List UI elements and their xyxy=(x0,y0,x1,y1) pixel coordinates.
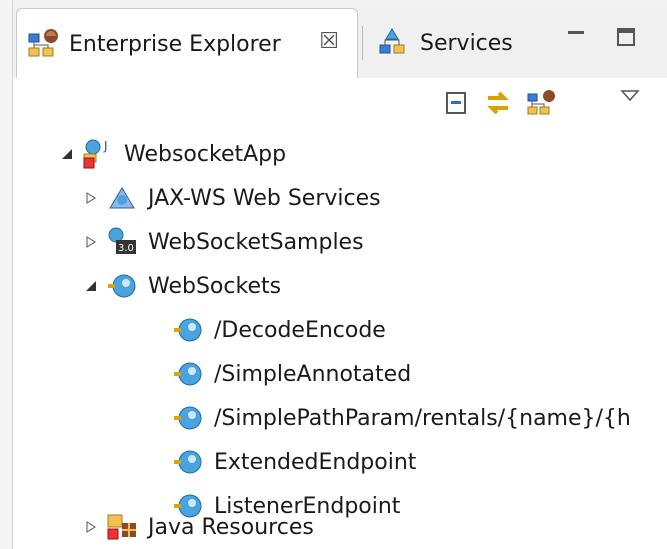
enterprise-explorer-icon[interactable] xyxy=(526,88,558,118)
link-with-editor-icon[interactable] xyxy=(484,89,512,117)
tree-row-endpoint[interactable]: /DecodeEncode xyxy=(172,308,386,352)
collapse-all-icon[interactable] xyxy=(444,90,470,116)
websocket-endpoint-icon xyxy=(172,358,204,390)
view-left-border xyxy=(0,0,13,549)
tree-label: Java Resources xyxy=(148,514,314,540)
tree-row-java-resources[interactable]: Java Resources xyxy=(80,505,314,549)
close-tab-icon[interactable]: ☒ xyxy=(319,29,339,54)
enterprise-explorer-view: Enterprise Explorer ☒ Services J Websock… xyxy=(0,0,667,549)
websocket-endpoint-icon xyxy=(172,314,204,346)
deployment-descriptor-icon: 3.0 xyxy=(106,226,138,258)
websocket-endpoint-icon xyxy=(172,446,204,478)
view-menu-icon[interactable] xyxy=(620,88,640,104)
tree-label: /SimplePathParam/rentals/{name}/{h xyxy=(214,405,631,431)
tree-label: WebSocketSamples xyxy=(148,229,364,255)
tree-label: /DecodeEncode xyxy=(214,317,386,343)
tab-label-services: Services xyxy=(420,30,513,56)
svg-text:J: J xyxy=(103,139,108,153)
enterprise-explorer-icon xyxy=(25,26,61,62)
tree-row-websocketapp[interactable]: J WebsocketApp xyxy=(56,132,286,176)
tree-row-websocketsamples[interactable]: 3.0 WebSocketSamples xyxy=(80,220,364,264)
web-project-icon: J xyxy=(82,138,114,170)
tab-enterprise-explorer[interactable]: Enterprise Explorer ☒ xyxy=(16,8,358,79)
tab-services[interactable]: Services xyxy=(368,8,528,78)
collapsed-arrow-icon[interactable] xyxy=(80,231,102,253)
tree-label: /SimpleAnnotated xyxy=(214,361,412,387)
tree-label: WebsocketApp xyxy=(124,141,287,167)
maximize-icon[interactable] xyxy=(615,26,637,48)
tree-label: ExtendedEndpoint xyxy=(214,449,417,475)
tree-label: WebSockets xyxy=(148,273,282,299)
collapsed-arrow-icon[interactable] xyxy=(80,187,102,209)
expanded-arrow-icon[interactable] xyxy=(80,275,102,297)
tree-row-endpoint[interactable]: /SimpleAnnotated xyxy=(172,352,411,396)
websocket-endpoint-icon xyxy=(172,402,204,434)
java-resources-icon xyxy=(106,511,138,543)
tab-separator xyxy=(362,26,363,60)
websocket-icon xyxy=(106,270,138,302)
services-icon xyxy=(376,25,412,61)
view-toolbar xyxy=(444,88,558,118)
expanded-arrow-icon[interactable] xyxy=(56,143,78,165)
tree-row-endpoint[interactable]: ExtendedEndpoint xyxy=(172,440,416,484)
web-services-icon xyxy=(106,182,138,214)
tree-row-websockets[interactable]: WebSockets xyxy=(80,264,281,308)
view-top-border xyxy=(0,0,667,8)
tab-label-enterprise-explorer: Enterprise Explorer xyxy=(69,31,281,57)
tree-row-endpoint[interactable]: /SimplePathParam/rentals/{name}/{h xyxy=(172,396,667,440)
tree-label: JAX-WS Web Services xyxy=(148,185,381,211)
tree-row-jaxws[interactable]: JAX-WS Web Services xyxy=(80,176,381,220)
minimize-icon[interactable] xyxy=(565,26,587,48)
svg-text:3.0: 3.0 xyxy=(118,243,134,254)
collapsed-arrow-icon[interactable] xyxy=(80,516,102,538)
